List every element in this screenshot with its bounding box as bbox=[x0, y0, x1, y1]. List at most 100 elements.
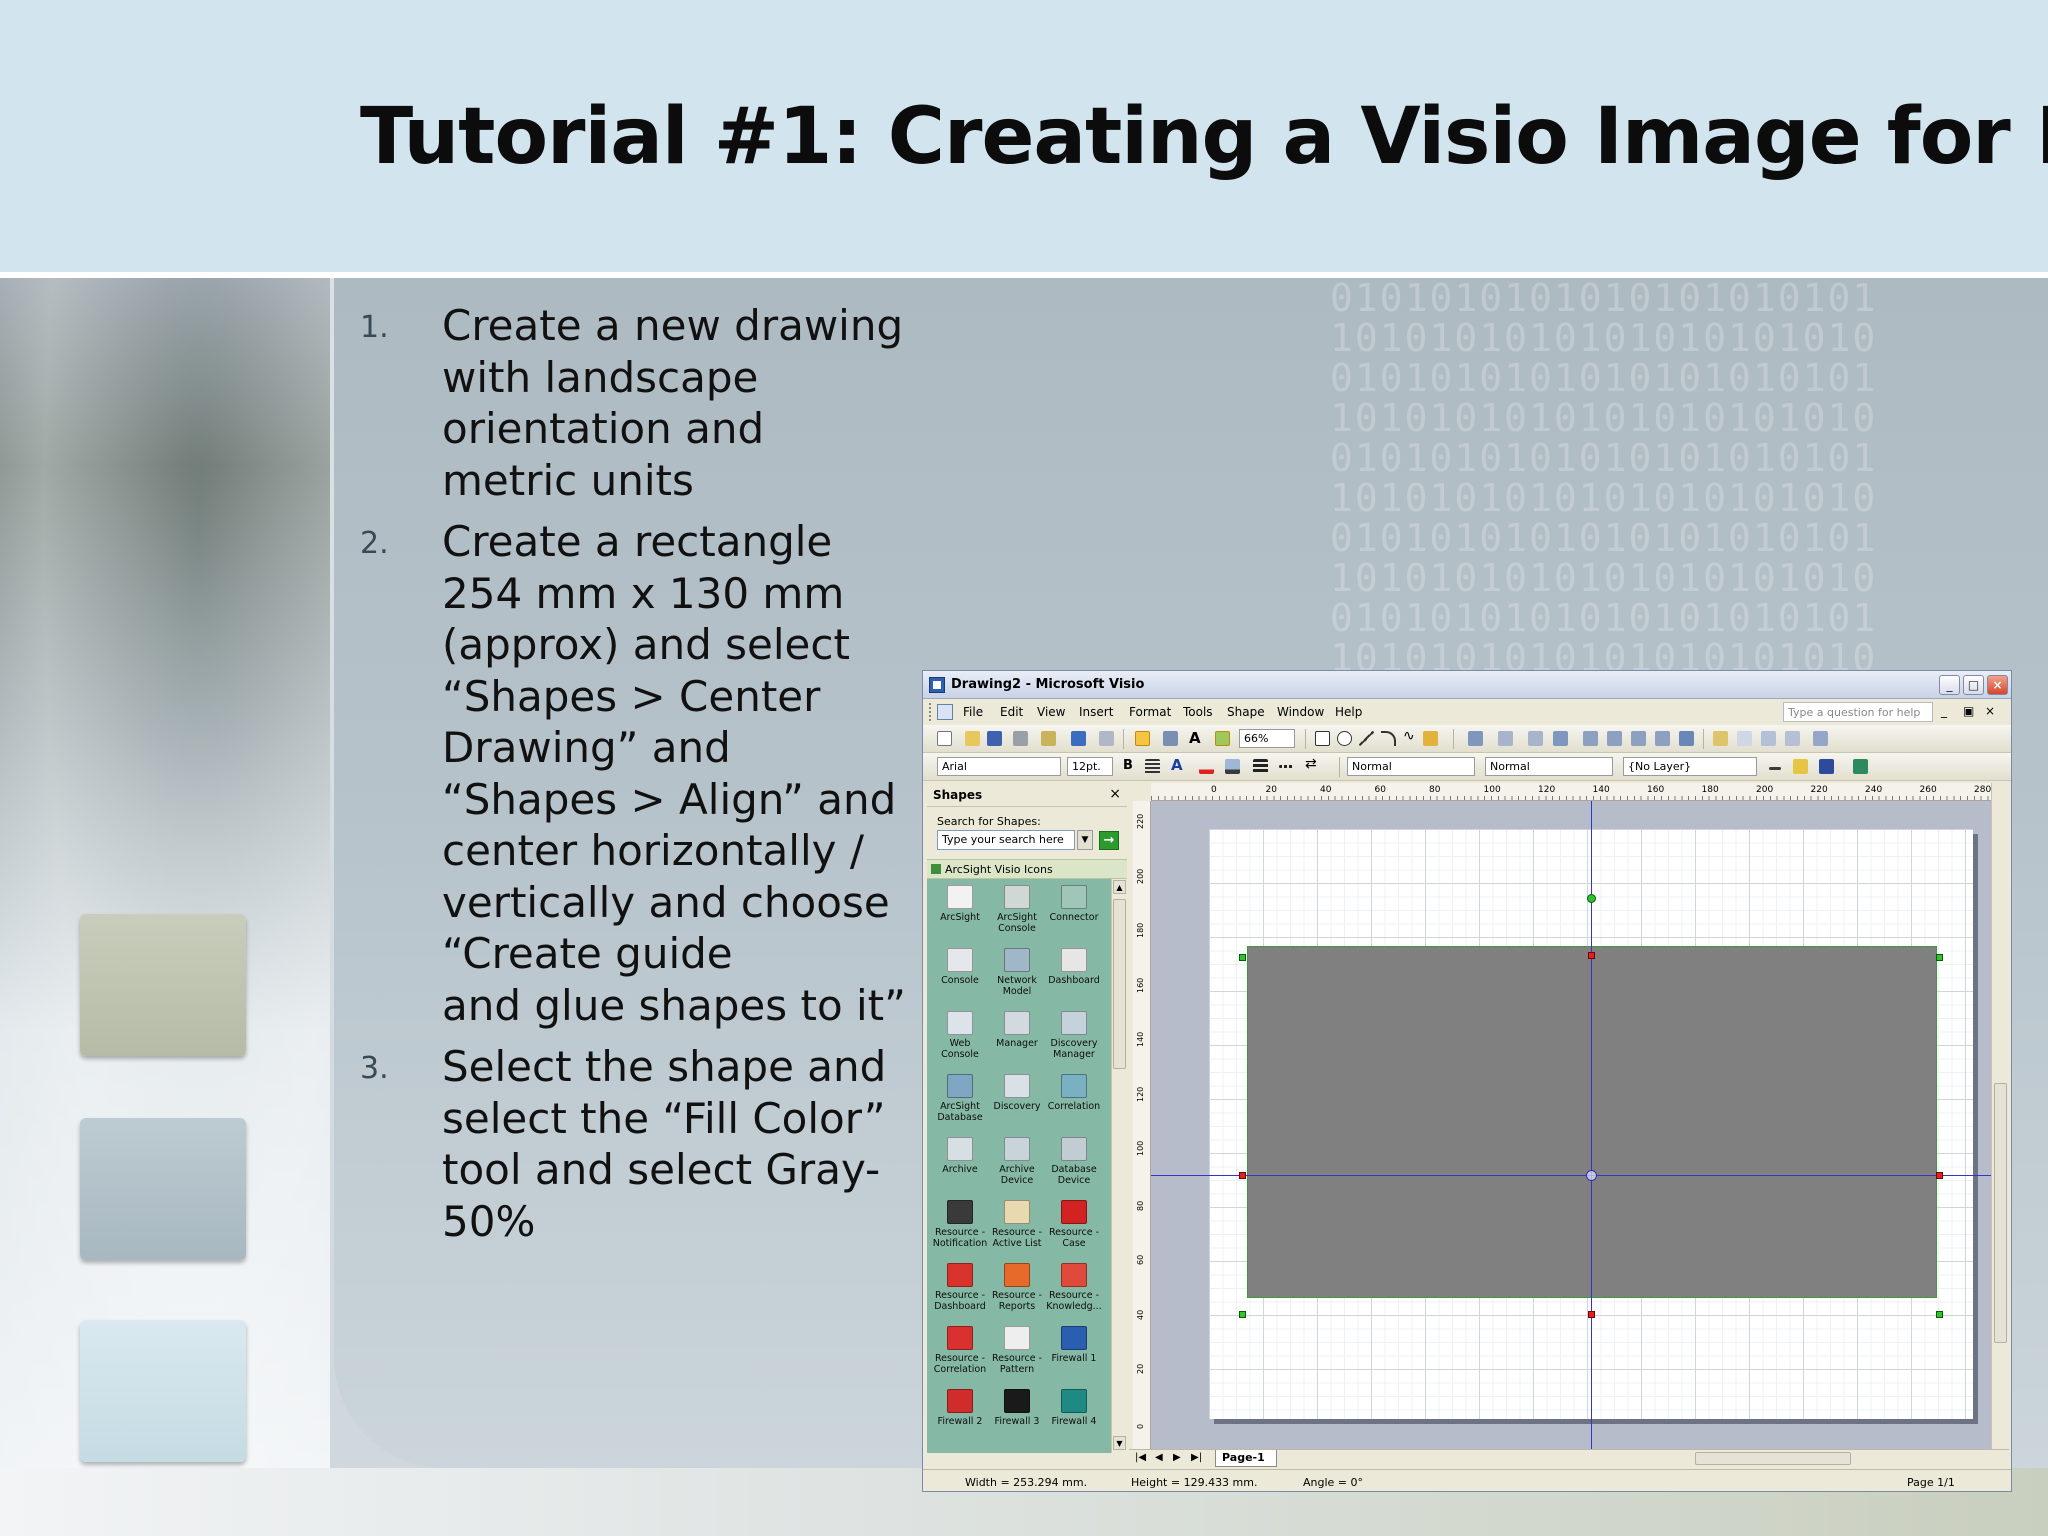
line-weight-icon[interactable] bbox=[1253, 759, 1268, 774]
selection-handle-middle-right[interactable] bbox=[1936, 1172, 1943, 1179]
bold-button[interactable]: B bbox=[1123, 758, 1138, 773]
fill-style-select[interactable]: Normal bbox=[1485, 757, 1613, 776]
menu-edit[interactable]: Edit bbox=[1000, 705, 1023, 719]
selection-handle-middle-left[interactable] bbox=[1239, 1172, 1246, 1179]
text-tool-icon[interactable]: A bbox=[1189, 729, 1204, 747]
stencil-master[interactable]: ArcSight Console bbox=[988, 885, 1046, 934]
stencil-master[interactable]: Resource - Dashboard bbox=[931, 1263, 989, 1312]
rectangle-tool-icon[interactable] bbox=[1315, 731, 1330, 746]
format-painter-icon[interactable] bbox=[1215, 731, 1230, 746]
font-size-select[interactable]: 12pt. bbox=[1067, 757, 1113, 776]
horizontal-guide[interactable] bbox=[1151, 1175, 1991, 1176]
size-position-icon[interactable] bbox=[1737, 731, 1752, 746]
search-shapes-input[interactable]: Type your search here bbox=[937, 830, 1075, 850]
undo-icon[interactable] bbox=[1071, 731, 1086, 746]
rotate-left-icon[interactable] bbox=[1631, 731, 1646, 746]
rotate-right-icon[interactable] bbox=[1655, 731, 1670, 746]
stencil-master[interactable]: Correlation bbox=[1045, 1074, 1103, 1112]
connector-tool-icon[interactable] bbox=[1163, 731, 1178, 746]
selection-handle-top-left[interactable] bbox=[1239, 954, 1246, 961]
document-icon[interactable] bbox=[937, 704, 953, 720]
flip-horizontal-icon[interactable] bbox=[1607, 731, 1622, 746]
minimize-button[interactable]: _ bbox=[1939, 675, 1960, 695]
help-search-input[interactable]: Type a question for help bbox=[1783, 702, 1933, 722]
zoom-select[interactable]: 66% bbox=[1239, 729, 1295, 748]
close-shapes-pane-button[interactable]: × bbox=[1109, 786, 1121, 802]
layers-icon[interactable] bbox=[1713, 731, 1728, 746]
menu-view[interactable]: View bbox=[1037, 705, 1065, 719]
text-rotate-icon[interactable] bbox=[1679, 731, 1694, 746]
layer-select[interactable]: {No Layer} bbox=[1623, 757, 1757, 776]
stencil-master[interactable]: Firewall 1 bbox=[1045, 1326, 1103, 1364]
new-icon[interactable] bbox=[937, 731, 952, 746]
stencil-master[interactable]: Resource - Notification bbox=[931, 1200, 989, 1249]
menu-format[interactable]: Format bbox=[1129, 705, 1171, 719]
stencil-master[interactable]: Resource - Reports bbox=[988, 1263, 1046, 1312]
fit-icon[interactable] bbox=[1761, 731, 1776, 746]
stencil-master[interactable]: Firewall 3 bbox=[988, 1389, 1046, 1427]
stencil-master[interactable]: Resource - Active List bbox=[988, 1200, 1046, 1249]
close-button[interactable]: × bbox=[1987, 675, 2008, 695]
grid-icon[interactable] bbox=[1785, 731, 1800, 746]
stencil-master[interactable]: Manager bbox=[988, 1011, 1046, 1049]
toolbar-options-icon[interactable] bbox=[1813, 731, 1828, 746]
maximize-button[interactable]: □ bbox=[1963, 675, 1984, 695]
stencil-master[interactable]: Discovery Manager bbox=[1045, 1011, 1103, 1060]
horizontal-scroll-thumb[interactable] bbox=[1695, 1452, 1851, 1465]
stencil-master[interactable]: Console bbox=[931, 948, 989, 986]
stencil-master[interactable]: Firewall 4 bbox=[1045, 1389, 1103, 1427]
stencil-master[interactable]: ArcSight bbox=[931, 885, 989, 923]
pencil-tool-icon[interactable] bbox=[1423, 731, 1438, 746]
arc-tool-icon[interactable] bbox=[1381, 731, 1396, 746]
distribute-icon[interactable] bbox=[1498, 731, 1513, 746]
doc-restore-button[interactable]: ▣ bbox=[1963, 704, 1974, 718]
redo-icon[interactable] bbox=[1099, 731, 1114, 746]
canvas-vertical-scrollbar[interactable] bbox=[1991, 783, 2009, 1449]
line-style-select[interactable]: Normal bbox=[1347, 757, 1475, 776]
align-text-icon[interactable] bbox=[1145, 759, 1160, 774]
stencil-master[interactable]: Database Device bbox=[1045, 1137, 1103, 1186]
canvas-scroll-thumb[interactable] bbox=[1994, 1083, 2007, 1343]
stencil-master[interactable]: Resource - Knowledg... bbox=[1045, 1263, 1103, 1312]
selection-handle-top-center[interactable] bbox=[1588, 952, 1595, 959]
print-icon[interactable] bbox=[1013, 731, 1028, 746]
line-color-icon[interactable] bbox=[1199, 759, 1214, 774]
pin-position-marker[interactable] bbox=[1586, 1170, 1597, 1181]
group-icon[interactable] bbox=[1528, 731, 1543, 746]
first-page-button[interactable]: |◀ bbox=[1135, 1452, 1146, 1463]
stencil-master[interactable]: Network Model bbox=[988, 948, 1046, 997]
line-tool-icon[interactable] bbox=[1359, 731, 1374, 746]
stencil-master[interactable]: Discovery bbox=[988, 1074, 1046, 1112]
stencil-scroll-thumb[interactable] bbox=[1113, 899, 1126, 1069]
freeform-tool-icon[interactable]: ∿ bbox=[1403, 728, 1418, 744]
selection-handle-bottom-center[interactable] bbox=[1588, 1311, 1595, 1318]
stencil-master[interactable]: Web Console bbox=[931, 1011, 989, 1060]
stencil-master[interactable]: Dashboard bbox=[1045, 948, 1103, 986]
save-icon[interactable] bbox=[987, 731, 1002, 746]
window-titlebar[interactable]: Drawing2 - Microsoft Visio _ □ × bbox=[923, 671, 2011, 699]
drawing-canvas[interactable] bbox=[1151, 801, 1991, 1449]
ellipse-tool-icon[interactable] bbox=[1337, 731, 1352, 746]
selection-handle-top-right[interactable] bbox=[1936, 954, 1943, 961]
stencil-master[interactable]: Resource - Correlation bbox=[931, 1326, 989, 1375]
menu-file[interactable]: File bbox=[963, 705, 983, 719]
menu-insert[interactable]: Insert bbox=[1079, 705, 1113, 719]
search-options-dropdown[interactable]: ▼ bbox=[1077, 830, 1093, 850]
open-icon[interactable] bbox=[965, 731, 980, 746]
scroll-down-arrow[interactable]: ▼ bbox=[1113, 1436, 1126, 1450]
font-color-icon[interactable]: A bbox=[1171, 756, 1186, 774]
doc-close-button[interactable]: × bbox=[1985, 704, 1995, 718]
last-page-button[interactable]: ▶| bbox=[1191, 1452, 1202, 1463]
menu-help[interactable]: Help bbox=[1335, 705, 1362, 719]
menu-shape[interactable]: Shape bbox=[1227, 705, 1265, 719]
stencil-master[interactable]: Archive bbox=[931, 1137, 989, 1175]
stencil-master[interactable]: Resource - Pattern bbox=[988, 1326, 1046, 1375]
menu-tools[interactable]: Tools bbox=[1183, 705, 1213, 719]
align-icon[interactable] bbox=[1468, 731, 1483, 746]
bring-to-front-icon[interactable] bbox=[1553, 731, 1568, 746]
line-end-icon[interactable] bbox=[1769, 767, 1781, 770]
stencil-master[interactable]: Resource - Case bbox=[1045, 1200, 1103, 1249]
doc-minimize-button[interactable]: _ bbox=[1941, 704, 1947, 718]
scroll-up-arrow[interactable]: ▲ bbox=[1113, 880, 1126, 894]
font-select[interactable]: Arial bbox=[937, 757, 1061, 776]
